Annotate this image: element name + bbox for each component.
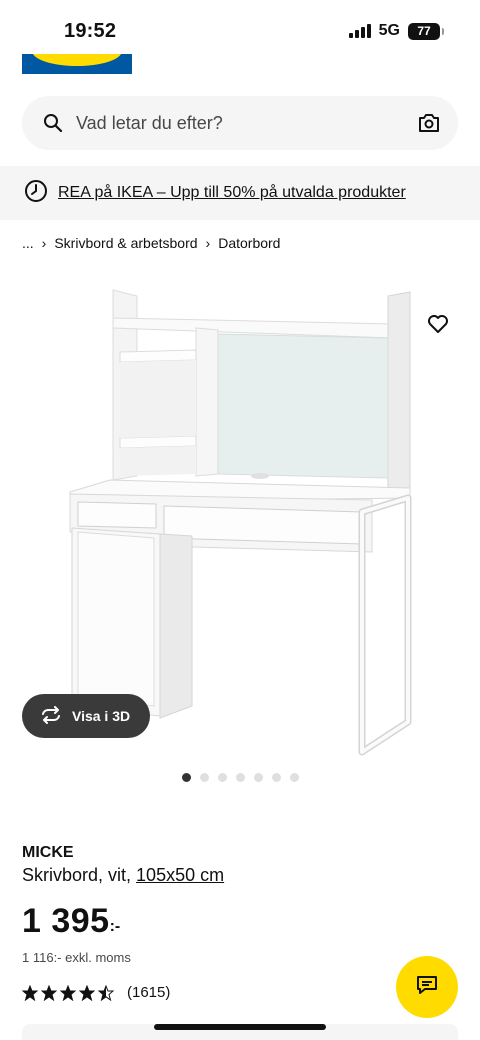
carousel-dot[interactable] <box>218 773 227 782</box>
search-icon <box>42 112 64 134</box>
view-3d-button[interactable]: Visa i 3D <box>22 694 151 738</box>
product-image[interactable] <box>0 266 480 766</box>
heart-icon[interactable] <box>426 312 452 338</box>
carousel-dot[interactable] <box>272 773 281 782</box>
network-label: 5G <box>378 22 400 39</box>
carousel-dot[interactable] <box>200 773 209 782</box>
status-time: 19:52 <box>64 20 117 42</box>
rotate-icon <box>40 705 62 727</box>
promo-link[interactable]: REA på IKEA – Upp till 50% på utvalda pr… <box>58 184 406 202</box>
star-icon <box>40 984 58 1001</box>
home-indicator[interactable] <box>154 1024 326 1030</box>
clock-icon <box>24 179 48 208</box>
chevron-right-icon: › <box>205 235 211 251</box>
breadcrumb: ... › Skrivbord & arbetsbord › Datorbord <box>22 235 280 251</box>
desk-illustration <box>69 289 412 756</box>
carousel-dot[interactable] <box>182 773 191 782</box>
search-bar[interactable] <box>22 96 458 150</box>
camera-icon[interactable] <box>418 112 440 134</box>
product-description: Skrivbord, vit, 105x50 cm <box>22 865 224 886</box>
price-value: 1 395 <box>22 902 110 940</box>
chat-button[interactable] <box>396 956 458 1018</box>
review-count[interactable]: (1615) <box>127 984 170 1001</box>
promo-banner[interactable]: REA på IKEA – Upp till 50% på utvalda pr… <box>0 166 480 220</box>
price-excl-vat: 1 116:- exkl. moms <box>22 950 131 965</box>
breadcrumb-item-desks[interactable]: Skrivbord & arbetsbord <box>54 235 197 251</box>
chevron-right-icon: › <box>41 235 47 251</box>
product-rating[interactable]: (1615) <box>21 984 170 1001</box>
image-carousel-dots[interactable] <box>0 773 480 782</box>
star-icon <box>78 984 96 1001</box>
star-icon <box>97 984 115 1001</box>
star-icon <box>59 984 77 1001</box>
price-suffix: :- <box>109 918 121 935</box>
star-icon <box>21 984 39 1001</box>
carousel-dot[interactable] <box>254 773 263 782</box>
search-input[interactable] <box>76 112 418 134</box>
chat-icon <box>415 974 439 1001</box>
product-name[interactable]: MICKE <box>22 844 74 862</box>
product-price: 1 395 :- <box>22 902 120 941</box>
carousel-dot[interactable] <box>290 773 299 782</box>
carousel-dot[interactable] <box>236 773 245 782</box>
view-3d-label: Visa i 3D <box>72 708 131 724</box>
status-indicators: 5G 77 <box>348 22 444 40</box>
product-size-link[interactable]: 105x50 cm <box>136 865 224 885</box>
battery-icon: 77 <box>408 22 444 40</box>
signal-icon <box>348 24 371 38</box>
ikea-logo[interactable] <box>22 54 132 74</box>
breadcrumb-item-computer-desks[interactable]: Datorbord <box>218 235 280 251</box>
battery-level: 77 <box>417 24 431 38</box>
breadcrumb-ellipsis[interactable]: ... <box>22 235 34 251</box>
product-type: Skrivbord, vit, <box>22 865 132 885</box>
